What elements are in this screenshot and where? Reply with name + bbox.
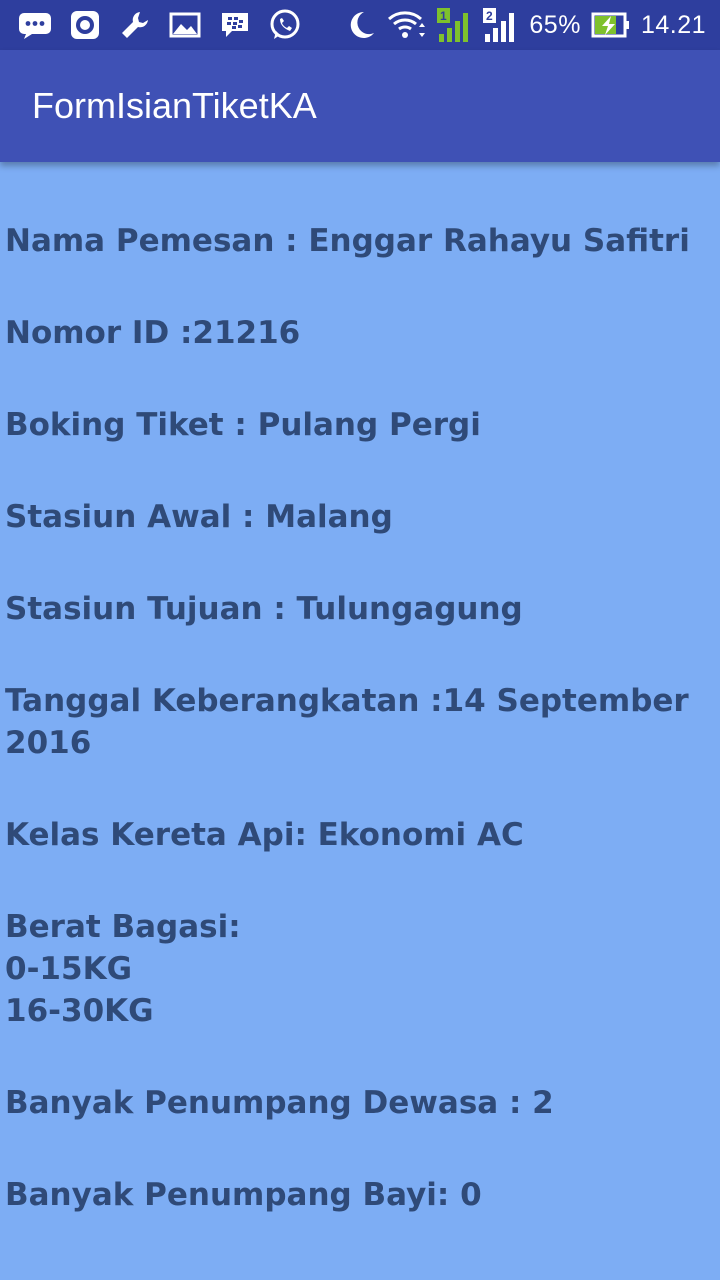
app-title: FormIsianTiketKA (32, 85, 317, 126)
sim2-label: 2 (486, 9, 493, 23)
camera-icon (68, 8, 102, 42)
signal-sim1-icon: 1 (437, 8, 473, 42)
nomor-id-text: Nomor ID :21216 (5, 315, 301, 351)
sim1-label: 1 (440, 9, 447, 23)
system-indicators: 1 2 65% 14.21 (333, 8, 706, 42)
penumpang-dewasa-text: Banyak Penumpang Dewasa : 2 (5, 1085, 554, 1121)
wifi-icon (387, 8, 427, 42)
penumpang-bayi-text: Banyak Penumpang Bayi: 0 (5, 1177, 482, 1213)
battery-charging-icon (591, 8, 631, 42)
stasiun-awal-text: Stasiun Awal : Malang (5, 499, 393, 535)
boking-tiket-text: Boking Tiket : Pulang Pergi (5, 407, 481, 443)
berat-bagasi-text: Berat Bagasi: 0-15KG 16-30KG (5, 909, 241, 1029)
signal-sim2-icon: 2 (483, 8, 519, 42)
kelas-kereta-api-text: Kelas Kereta Api: Ekonomi AC (5, 817, 524, 853)
bbm-icon (218, 8, 252, 42)
stasiun-tujuan-text: Stasiun Tujuan : Tulungagung (5, 591, 523, 627)
notification-icons (18, 8, 318, 42)
gallery-icon (168, 8, 202, 42)
message-icon (18, 8, 52, 42)
tanggal-keberangkatan-text: Tanggal Keberangkatan :14 September 2016 (5, 683, 689, 761)
nama-pemesan-text: Nama Pemesan : Enggar Rahayu Safitri (5, 223, 690, 259)
battery-percent: 65% (529, 10, 581, 39)
moon-icon (343, 8, 377, 42)
status-bar: 1 2 65% 14.21 (0, 0, 720, 50)
whatsapp-icon (268, 8, 302, 42)
wrench-icon (118, 8, 152, 42)
clock: 14.21 (640, 10, 706, 39)
app-bar: FormIsianTiketKA (0, 50, 720, 162)
